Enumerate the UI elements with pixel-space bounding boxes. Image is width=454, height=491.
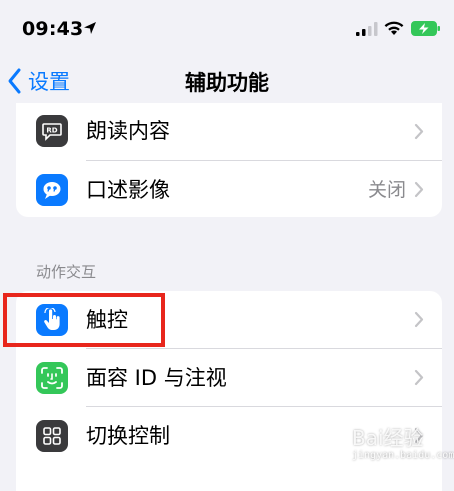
row-spoken-content[interactable]: RD 朗读内容: [16, 103, 442, 160]
cellular-signal-icon: [356, 22, 378, 36]
navigation-bar: 设置 辅助功能: [0, 50, 454, 110]
svg-text:RD: RD: [46, 127, 57, 135]
quote-bubble-icon: [36, 174, 68, 206]
chevron-right-icon: [414, 123, 424, 140]
section-header-interaction: 动作交互: [36, 263, 97, 281]
watermark-text: Bai经验: [352, 426, 424, 450]
status-time: 09:43: [22, 18, 84, 40]
chevron-right-icon: [414, 369, 424, 386]
row-label: 切换控制: [86, 424, 170, 448]
watermark: Bai经验 jingyan.baidu.com: [330, 422, 454, 468]
row-face-id-attention[interactable]: 面容 ID 与注视: [16, 349, 442, 406]
face-id-icon: [36, 362, 68, 394]
settings-group-vision: RD 朗读内容 口述影像 关闭: [16, 103, 442, 217]
chevron-right-icon: [414, 311, 424, 328]
row-label: 朗读内容: [86, 119, 170, 143]
hand-pointer-icon: [36, 304, 68, 336]
battery-charging-icon: [411, 21, 440, 36]
row-touch[interactable]: 触控: [16, 291, 442, 348]
row-label: 面容 ID 与注视: [86, 366, 227, 390]
row-label: 口述影像: [86, 178, 170, 202]
speech-bubble-icon: RD: [36, 115, 68, 147]
row-value: 关闭: [367, 179, 406, 201]
wifi-icon: [384, 21, 404, 35]
row-audio-descriptions[interactable]: 口述影像 关闭: [16, 161, 442, 217]
location-arrow-icon: [84, 22, 96, 34]
row-label: 触控: [86, 308, 128, 332]
page-title: 辅助功能: [185, 71, 269, 95]
status-bar: 09:43: [0, 0, 454, 50]
paw-logo-icon: [336, 429, 350, 444]
grid-icon: [36, 420, 68, 452]
chevron-right-icon: [414, 181, 424, 198]
watermark-url: jingyan.baidu.com: [352, 450, 454, 461]
